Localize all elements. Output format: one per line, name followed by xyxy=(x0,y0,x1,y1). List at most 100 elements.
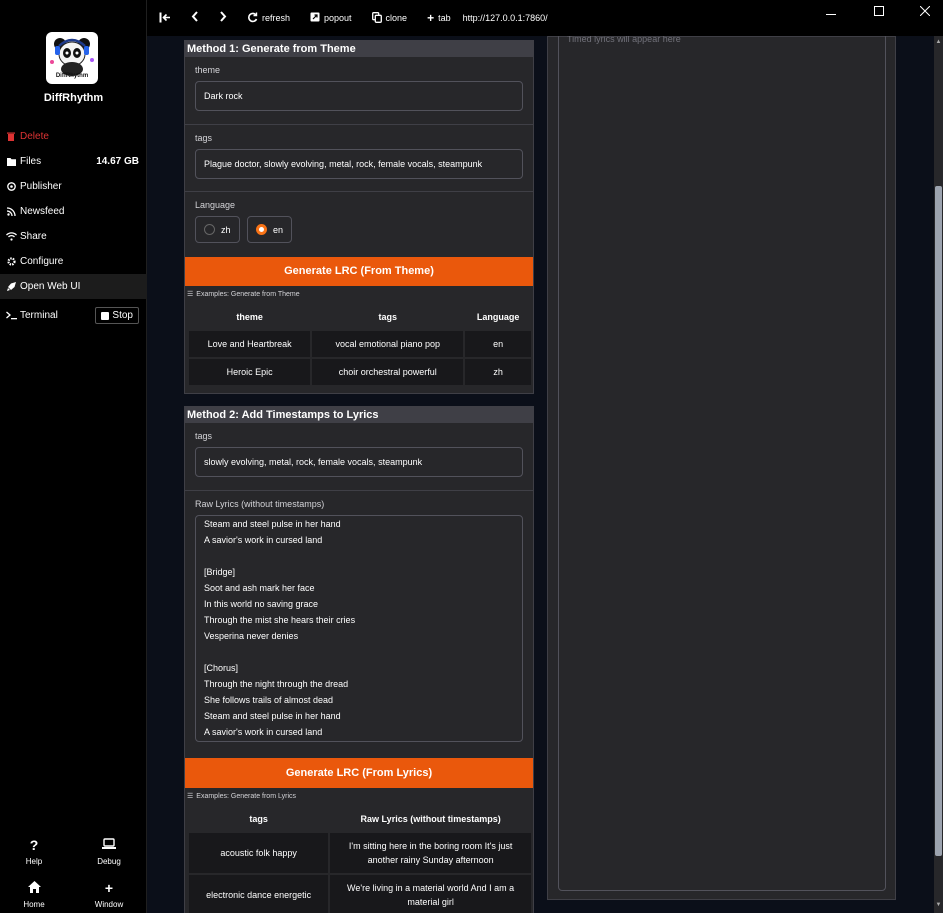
maximize-button[interactable] xyxy=(856,0,902,22)
stop-label: Stop xyxy=(112,310,133,321)
table-cell[interactable]: acoustic folk happy xyxy=(186,831,331,875)
table-row[interactable]: acoustic folk happy I'm sitting here in … xyxy=(186,831,533,875)
exit-button[interactable] xyxy=(147,0,181,36)
lyric-line xyxy=(204,644,514,660)
plus-icon: + xyxy=(427,11,435,25)
sidebar-item-newsfeed[interactable]: Newsfeed xyxy=(0,199,147,224)
raw-lyrics-label: Raw Lyrics (without timestamps) xyxy=(195,499,325,509)
popout-label: popout xyxy=(324,13,352,23)
plus-icon: + xyxy=(104,880,114,896)
chevron-right-icon xyxy=(219,11,227,25)
refresh-button[interactable]: refresh xyxy=(237,0,300,36)
table-cell[interactable]: Love and Heartbreak xyxy=(186,329,313,359)
raw-lyrics-textarea[interactable]: Steam and steel pulse in her hand A savi… xyxy=(195,515,523,742)
table-cell[interactable]: We're living in a material world And I a… xyxy=(328,873,533,913)
lyric-line: A savior's work in cursed land xyxy=(204,535,323,545)
table-row[interactable]: electronic dance energetic We're living … xyxy=(186,873,533,913)
language-option-en[interactable]: en xyxy=(246,216,292,243)
language-label: Language xyxy=(195,200,236,210)
method2-panel: Method 2: Add Timestamps to Lyrics tags … xyxy=(184,406,534,913)
sidebar: DiffRhythm DiffRhythm Delete Files 14.67… xyxy=(0,0,147,913)
tags-label: tags xyxy=(195,431,213,441)
table-cell[interactable]: electronic dance energetic xyxy=(186,873,331,913)
window-button[interactable]: + Window xyxy=(79,880,139,909)
theme-field: theme Dark rock xyxy=(185,57,533,125)
close-window-button[interactable] xyxy=(902,0,943,22)
table-cell[interactable]: Heroic Epic xyxy=(186,357,313,387)
new-tab-button[interactable]: + tab xyxy=(417,0,461,36)
clone-label: clone xyxy=(385,13,408,23)
lyric-line: Through the mist she hears their cries xyxy=(204,615,356,625)
table-cell[interactable]: zh xyxy=(463,357,533,387)
stop-icon xyxy=(101,311,110,320)
theme-input[interactable]: Dark rock xyxy=(195,81,523,111)
terminal-stop-button[interactable]: Stop xyxy=(95,307,139,324)
table-cell[interactable]: en xyxy=(463,329,533,359)
lyrics-tags-input[interactable]: slowly evolving, metal, rock, female voc… xyxy=(195,447,523,477)
sidebar-item-label: Configure xyxy=(20,256,64,267)
trash-icon xyxy=(4,131,18,143)
debug-button[interactable]: Debug xyxy=(79,837,139,866)
generate-from-lyrics-button[interactable]: Generate LRC (From Lyrics) xyxy=(185,758,533,788)
scroll-down-icon[interactable]: ▼ xyxy=(934,902,943,911)
examples-theme-label: ☰ Examples: Generate from Theme xyxy=(185,286,533,302)
debug-label: Debug xyxy=(97,857,121,866)
sidebar-item-delete[interactable]: Delete xyxy=(0,124,147,149)
refresh-label: refresh xyxy=(262,13,291,23)
help-button[interactable]: ? Help xyxy=(4,837,64,866)
sidebar-item-label: Open Web UI xyxy=(20,281,81,292)
timed-lyrics-output[interactable]: Timed lyrics will appear here xyxy=(558,36,886,891)
output-placeholder: Timed lyrics will appear here xyxy=(567,36,681,44)
sidebar-item-label: Files xyxy=(20,156,42,167)
home-button[interactable]: Home xyxy=(4,880,64,909)
sidebar-item-share[interactable]: Share xyxy=(0,224,147,249)
list-icon: ☰ xyxy=(187,291,194,298)
table-cell[interactable]: I'm sitting here in the boring room It's… xyxy=(328,831,533,875)
examples-theme-text: Examples: Generate from Theme xyxy=(196,290,300,298)
table-header: theme xyxy=(188,304,312,330)
app-name: DiffRhythm xyxy=(43,92,104,104)
url-display[interactable]: http://127.0.0.1:7860/ xyxy=(463,13,548,23)
popout-button[interactable]: popout xyxy=(300,0,362,36)
method1-panel: Method 1: Generate from Theme theme Dark… xyxy=(184,40,534,394)
sidebar-item-configure[interactable]: Configure xyxy=(0,249,147,274)
back-button[interactable] xyxy=(181,0,209,36)
forward-button[interactable] xyxy=(209,0,237,36)
home-icon xyxy=(4,880,64,896)
lyric-line: Through the night through the dread xyxy=(204,679,349,689)
sidebar-item-open-web-ui[interactable]: Open Web UI xyxy=(0,274,147,299)
language-field: Language zh en xyxy=(185,192,533,257)
sidebar-item-label: Terminal xyxy=(20,310,58,321)
file-icon xyxy=(4,156,18,168)
tags-label: tags xyxy=(195,133,213,143)
table-header: tags xyxy=(188,806,330,832)
tags-input[interactable]: Plague doctor, slowly evolving, metal, r… xyxy=(195,149,523,179)
method1-title: Method 1: Generate from Theme xyxy=(185,41,533,57)
sidebar-item-files[interactable]: Files 14.67 GB xyxy=(0,149,147,174)
lyric-line: A savior's work in cursed land xyxy=(204,727,323,737)
sidebar-item-publisher[interactable]: Publisher xyxy=(0,174,147,199)
table-header: Language xyxy=(464,304,532,330)
lyric-line: [Bridge] xyxy=(204,567,236,577)
generate-from-theme-button[interactable]: Generate LRC (From Theme) xyxy=(185,257,533,286)
lyric-line: Steam and steel pulse in her hand xyxy=(204,711,341,721)
top-toolbar: refresh popout clone + tab http://127.0.… xyxy=(147,0,943,36)
sidebar-item-label: Delete xyxy=(20,131,49,142)
scroll-up-icon[interactable]: ▲ xyxy=(934,39,943,48)
examples-lyrics-label: ☰ Examples: Generate from Lyrics xyxy=(185,788,533,804)
table-row[interactable]: Love and Heartbreak vocal emotional pian… xyxy=(186,329,533,359)
clone-button[interactable]: clone xyxy=(362,0,418,36)
rss-icon xyxy=(4,206,18,218)
lyric-line: Steam and steel pulse in her hand xyxy=(204,519,341,529)
minimize-button[interactable] xyxy=(808,0,854,22)
table-cell[interactable]: choir orchestral powerful xyxy=(310,357,466,387)
window-label: Window xyxy=(94,900,124,909)
table-cell[interactable]: vocal emotional piano pop xyxy=(310,329,466,359)
page-scrollbar[interactable]: ▲ ▼ xyxy=(934,36,943,913)
method2-title: Method 2: Add Timestamps to Lyrics xyxy=(185,407,533,423)
scroll-thumb[interactable] xyxy=(935,186,942,856)
lyric-line: [Chorus] xyxy=(204,663,239,673)
table-row[interactable]: Heroic Epic choir orchestral powerful zh xyxy=(186,357,533,387)
sidebar-item-terminal[interactable]: Terminal Stop xyxy=(0,303,147,328)
language-option-zh[interactable]: zh xyxy=(195,216,240,243)
